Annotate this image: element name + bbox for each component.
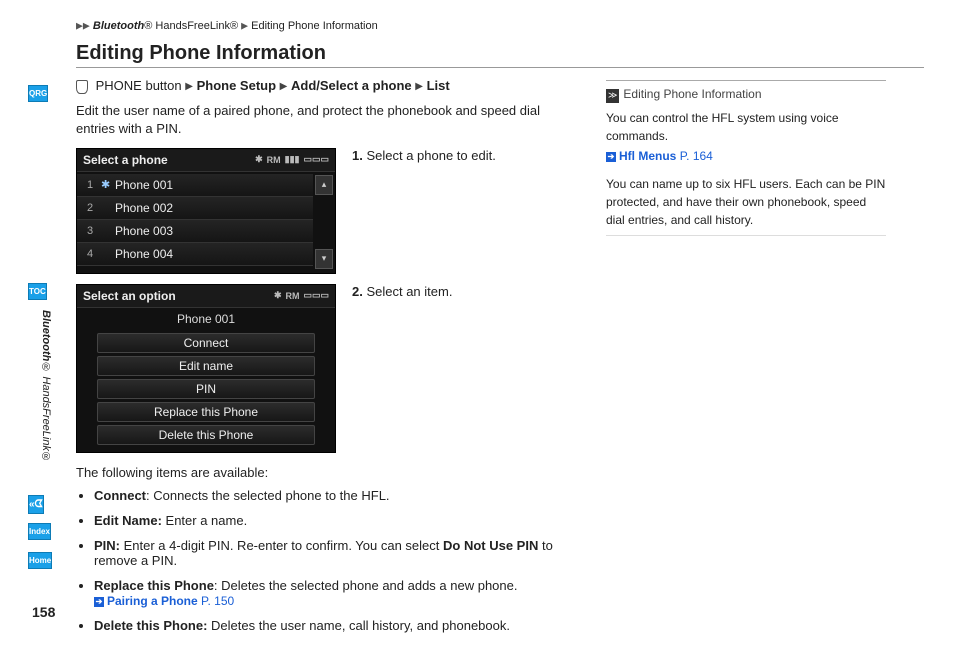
xref-pairing-a-phone[interactable]: ➔Pairing a Phone P. 150 [94, 594, 234, 608]
section-bt: Bluetooth [40, 310, 52, 361]
page-number: 158 [32, 604, 55, 620]
side-note-heading: ≫Editing Phone Information [606, 85, 886, 103]
tab-home[interactable]: Home [28, 552, 52, 569]
option-connect[interactable]: Connect [97, 333, 315, 353]
chevron-right-icon: ▶▶ [76, 21, 90, 31]
status-bar: ✱ RM ▭▭▭ [274, 290, 329, 301]
step-2: 2. Select an item. [352, 284, 452, 299]
chevron-right-icon: ▶ [185, 81, 193, 92]
list-item[interactable]: 1 ✱ Phone 001 [77, 174, 313, 197]
screenshot-select-phone: Select a phone ✱ RM ▮▮▮ ▭▭▭ 1 ✱ Phone 00… [76, 148, 336, 274]
status-bar: ✱ RM ▮▮▮ ▭▭▭ [255, 154, 329, 165]
chevron-right-icon: ▶ [415, 81, 423, 92]
scroll-down-button[interactable]: ▾ [315, 249, 333, 269]
link-icon: ➔ [94, 597, 104, 607]
available-items-intro: The following items are available: [76, 463, 576, 483]
option-edit-name[interactable]: Edit name [97, 356, 315, 376]
bluetooth-icon: ✱ [255, 154, 263, 165]
battery-icon: ▭▭▭ [303, 154, 329, 165]
xref-hfl-menus[interactable]: ➔Hfl Menus P. 164 [606, 147, 886, 165]
bluetooth-icon: ✱ [274, 290, 282, 301]
link-icon: ➔ [606, 152, 616, 162]
side-note-p2: You can name up to six HFL users. Each c… [606, 175, 886, 229]
selected-phone-label: Phone 001 [77, 308, 335, 330]
step-1: 1. Select a phone to edit. [352, 148, 496, 163]
phone-button-icon [76, 80, 88, 94]
item-pin: PIN: Enter a 4-digit PIN. Re-enter to co… [94, 538, 576, 568]
tab-qrg[interactable]: QRG [28, 85, 48, 102]
scroll-up-button[interactable]: ▴ [315, 175, 333, 195]
tab-index[interactable]: Index [28, 523, 51, 540]
bluetooth-icon: ✱ [101, 178, 115, 191]
screen-title: Select an option [83, 289, 176, 303]
note-icon: ≫ [606, 89, 619, 103]
chevron-right-icon: ▶ [280, 81, 288, 92]
breadcrumb: ▶▶ Bluetooth® HandsFreeLink® ▶ Editing P… [76, 20, 924, 36]
tab-voice-commands[interactable]: «ᗧ [28, 495, 44, 514]
item-connect: Connect: Connects the selected phone to … [94, 488, 576, 503]
list-item[interactable]: 3 Phone 003 [77, 220, 313, 243]
side-note-p1: You can control the HFL system using voi… [606, 109, 886, 145]
menu-path: PHONE button ▶ Phone Setup ▶ Add/Select … [76, 78, 576, 94]
screenshot-select-option: Select an option ✱ RM ▭▭▭ Phone 001 Conn… [76, 284, 336, 453]
phone-list: 1 ✱ Phone 001 2 Phone 002 3 Phone [77, 172, 313, 268]
item-replace: Replace this Phone: Deletes the selected… [94, 578, 576, 608]
items-list: Connect: Connects the selected phone to … [78, 488, 576, 633]
scrollbar[interactable]: ▴ ▾ [315, 175, 333, 269]
item-delete: Delete this Phone: Deletes the user name… [94, 618, 576, 633]
chevron-right-icon: ▶ [241, 21, 248, 31]
screen-title: Select a phone [83, 153, 168, 167]
option-pin[interactable]: PIN [97, 379, 315, 399]
side-note: ≫Editing Phone Information You can contr… [606, 80, 886, 236]
voice-icon: «ᗧ [29, 499, 43, 510]
section-label: Bluetooth® HandsFreeLink® [40, 310, 52, 463]
tab-toc[interactable]: TOC [28, 283, 47, 300]
list-item[interactable]: 2 Phone 002 [77, 197, 313, 220]
battery-icon: ▭▭▭ [303, 290, 329, 301]
page-title: Editing Phone Information [76, 42, 924, 68]
option-delete[interactable]: Delete this Phone [97, 425, 315, 445]
list-item[interactable]: 4 Phone 004 [77, 243, 313, 266]
signal-icon: ▮▮▮ [285, 154, 300, 165]
option-replace[interactable]: Replace this Phone [97, 402, 315, 422]
item-edit-name: Edit Name: Enter a name. [94, 513, 576, 528]
intro-text: Edit the user name of a paired phone, an… [76, 102, 576, 138]
